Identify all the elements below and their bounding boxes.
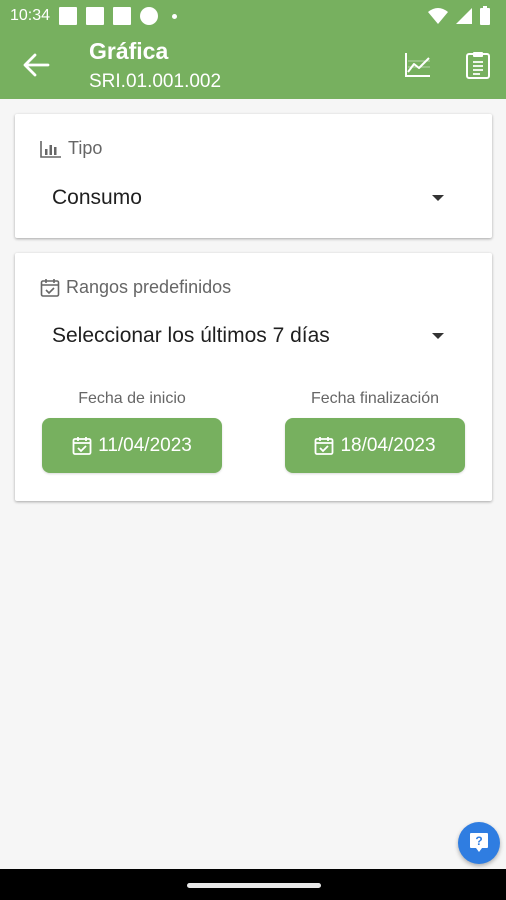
signal-icon <box>456 7 472 24</box>
dropdown-arrow-icon <box>432 333 444 339</box>
rangos-card: Rangos predefinidos Seleccionar los últi… <box>15 253 492 501</box>
tipo-select[interactable]: Consumo <box>52 178 452 218</box>
page-title: Gráfica <box>89 38 169 64</box>
clipboard-icon[interactable] <box>463 50 493 80</box>
start-date-label: Fecha de inicio <box>78 390 186 407</box>
status-time: 10:34 <box>10 7 51 24</box>
more-notifications-icon <box>172 13 178 19</box>
notification-icon <box>113 7 132 25</box>
battery-icon <box>480 6 490 25</box>
rangos-label: Rangos predefinidos <box>40 277 231 298</box>
help-icon: ? <box>470 833 488 852</box>
calendar-check-icon <box>315 436 334 455</box>
line-chart-icon[interactable] <box>403 50 433 80</box>
tipo-select-value: Consumo <box>52 186 142 209</box>
rangos-select-value: Seleccionar los últimos 7 días <box>52 324 330 347</box>
system-icons <box>428 6 490 25</box>
dropdown-arrow-icon <box>432 195 444 201</box>
tipo-label-text: Tipo <box>68 138 103 158</box>
end-date-label: Fecha finalización <box>310 390 440 407</box>
start-date-value: 11/04/2023 <box>98 434 192 456</box>
toolbar: Gráfica SRI.01.001.002 <box>0 32 506 99</box>
home-handle[interactable] <box>187 883 321 888</box>
notification-icon <box>59 7 78 25</box>
wifi-icon <box>428 7 448 24</box>
svg-text:?: ? <box>475 834 482 848</box>
arrow-left-icon[interactable] <box>22 52 50 78</box>
start-date-button[interactable]: 11/04/2023 <box>42 418 222 473</box>
bar-chart-icon <box>40 140 61 158</box>
end-date-value: 18/04/2023 <box>340 434 436 456</box>
calendar-check-icon <box>72 436 92 455</box>
navigation-bar <box>0 869 506 900</box>
help-button[interactable]: ? <box>458 822 500 864</box>
tipo-label: Tipo <box>40 138 102 159</box>
status-bar: 10:34 <box>0 0 506 32</box>
calendar-check-icon <box>40 278 60 297</box>
rangos-label-text: Rangos predefinidos <box>66 277 232 297</box>
end-date-button[interactable]: 18/04/2023 <box>285 418 465 473</box>
rangos-select[interactable]: Seleccionar los últimos 7 días <box>52 316 452 356</box>
app-bar: 10:34 Gráfica SRI.01.001.002 <box>0 0 506 99</box>
notification-icon <box>140 7 159 25</box>
tipo-card: Tipo Consumo <box>15 114 492 238</box>
page-subtitle: SRI.01.001.002 <box>89 71 222 92</box>
notification-icon <box>86 7 105 25</box>
